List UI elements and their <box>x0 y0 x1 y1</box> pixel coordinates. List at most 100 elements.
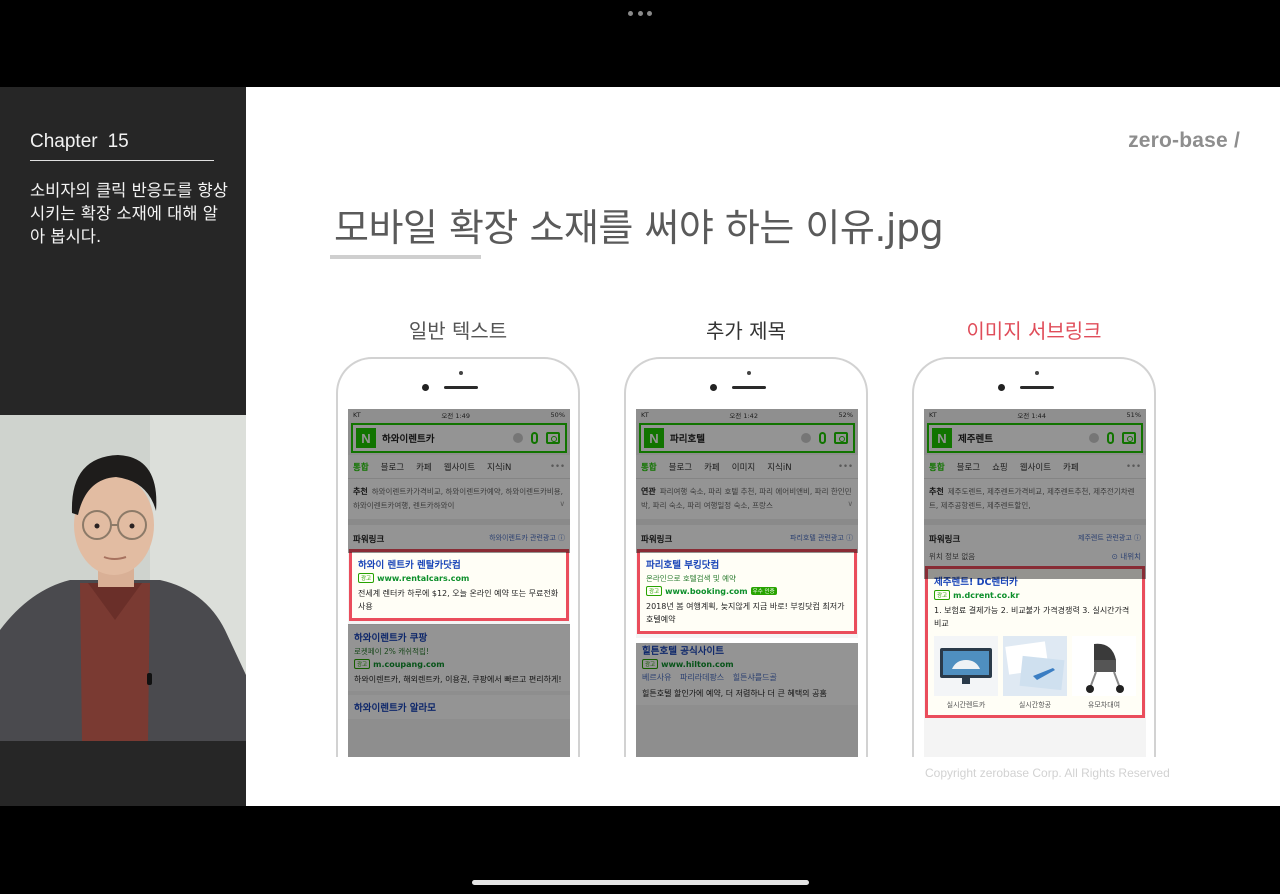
tab-integrated[interactable]: 통합 <box>929 461 945 473</box>
earpiece-dot <box>459 371 463 375</box>
tab-image[interactable]: 이미지 <box>732 461 755 473</box>
sitelink[interactable]: 베르사유 <box>642 673 671 682</box>
ad-badge: 광고 <box>354 659 371 669</box>
ad-item[interactable]: 힐튼호텔 공식사이트 광고 www.hilton.com 베르사유 파리라데팡스 … <box>636 638 858 705</box>
my-location-link[interactable]: ⊙ 내위치 <box>1112 551 1141 562</box>
mic-icon[interactable] <box>531 432 538 444</box>
ad-sitelinks: 베르사유 파리라데팡스 힐튼샤를드골 <box>642 672 852 683</box>
tab-kin[interactable]: 지식iN <box>767 461 791 473</box>
clear-icon[interactable] <box>801 433 811 443</box>
related-text[interactable]: 제주도렌트, 제주렌트가격비교, 제주렌트추천, 제주전기차렌트, 제주공항렌트… <box>929 487 1135 510</box>
ad-title[interactable]: 하와이렌트카 알라모 <box>354 700 564 714</box>
tab-cafe[interactable]: 카페 <box>416 461 432 473</box>
clear-icon[interactable] <box>1089 433 1099 443</box>
more-tabs-icon[interactable]: ••• <box>838 462 853 472</box>
sitelink[interactable]: 파리라데팡스 <box>680 673 724 682</box>
powerlink-header: 파워링크 하와이렌트카 관련광고 ⓘ <box>348 525 570 549</box>
ad-cert-badge: 우수 인증 <box>750 587 777 595</box>
search-tabs: 통합 블로그 카페 이미지 지식iN ••• <box>636 455 858 479</box>
clock: 오전 1:49 <box>441 412 470 420</box>
ad-badge: 광고 <box>646 586 663 596</box>
ad-url[interactable]: www.rentalcars.com <box>377 574 469 583</box>
powerlink-label: 파워링크 <box>641 535 673 545</box>
clear-icon[interactable] <box>513 433 523 443</box>
related-searches: 연관 파리여행 숙소, 파리 호텔 추천, 파리 에어비앤비, 파리 한인민박, … <box>636 479 858 525</box>
ad-url[interactable]: www.hilton.com <box>661 660 734 669</box>
ad-highlighted[interactable]: 하와이 렌트카 렌탈카닷컴 광고 www.rentalcars.com 전세계 렌… <box>349 549 569 621</box>
status-bar: KT 오전 1:42 52% <box>636 409 858 421</box>
ad-description: 2018년 봄 여행계획, 늦지않게 지금 바로! 부킹닷컴 최저가호텔예약 <box>646 602 845 624</box>
tab-shopping[interactable]: 쇼핑 <box>992 461 1008 473</box>
ad-title[interactable]: 하와이 렌트카 렌탈카닷컴 <box>358 557 560 571</box>
ad-item[interactable]: 하와이렌트카 쿠팡 로켓페이 2% 캐쉬적립! 광고 m.coupang.com … <box>348 625 570 691</box>
ad-info-text: 하와이렌트카 관련광고 <box>489 534 556 542</box>
chapter-number: 15 <box>107 131 129 152</box>
location-row: 위치 정보 없음 ⊙ 내위치 <box>924 549 1146 566</box>
ad-badge: 광고 <box>642 659 659 669</box>
zerobase-logo: zero-base / <box>1128 129 1240 152</box>
flight-ticket-thumbnail <box>1003 636 1067 696</box>
naver-logo-icon: N <box>644 428 664 448</box>
ad-title[interactable]: 제주렌트! DC렌터카 <box>934 574 1136 588</box>
image-sublink[interactable]: 실시간렌트카 <box>934 636 998 710</box>
search-bar[interactable]: N 제주렌트 <box>927 423 1143 453</box>
phone-mockup-image-sublink: KT 오전 1:44 51% N 제주렌트 통합 블로그 쇼핑 웹사이트 카페 … <box>912 357 1156 757</box>
earpiece-dot <box>1035 371 1039 375</box>
mic-icon[interactable] <box>819 432 826 444</box>
image-sublink[interactable]: 유모차대여 <box>1072 636 1136 710</box>
search-query[interactable]: 제주렌트 <box>958 431 1089 445</box>
mic-icon[interactable] <box>1107 432 1114 444</box>
tab-website[interactable]: 웹사이트 <box>444 461 475 473</box>
more-tabs-icon[interactable]: ••• <box>550 462 565 472</box>
related-text[interactable]: 파리여행 숙소, 파리 호텔 추천, 파리 에어비앤비, 파리 한인민박, 파리… <box>641 487 852 510</box>
slide: zero-base / 모바일 확장 소재를 써야 하는 이유.jpg 일반 텍… <box>246 87 1280 806</box>
ad-item[interactable]: 하와이렌트카 알라모 <box>348 695 570 719</box>
lens-icon[interactable] <box>546 432 560 444</box>
search-bar[interactable]: N 하와이렌트카 <box>351 423 567 453</box>
tab-cafe[interactable]: 카페 <box>1063 461 1079 473</box>
carrier: KT <box>929 411 937 419</box>
image-sublink[interactable]: 실시간항공 <box>1003 636 1067 710</box>
ad-title[interactable]: 힐튼호텔 공식사이트 <box>642 643 852 657</box>
ad-highlighted[interactable]: 파리호텔 부킹닷컴 온라인으로 호텔검색 및 예약 광고 www.booking.… <box>637 549 857 634</box>
ad-info-link[interactable]: 파리호텔 관련광고 ⓘ <box>790 533 853 545</box>
related-label: 연관 <box>641 487 656 496</box>
search-query[interactable]: 하와이렌트카 <box>382 431 513 445</box>
more-tabs-icon[interactable]: ••• <box>1126 462 1141 472</box>
multitasking-dots-icon[interactable] <box>628 9 652 17</box>
tab-blog[interactable]: 블로그 <box>669 461 692 473</box>
phone-mockup-extra-title: KT 오전 1:42 52% N 파리호텔 통합 블로그 카페 이미지 지식iN… <box>624 357 868 757</box>
my-location-text: 내위치 <box>1120 552 1141 561</box>
instructor-webcam <box>0 415 246 741</box>
search-bar[interactable]: N 파리호텔 <box>639 423 855 453</box>
ad-info-link[interactable]: 제주렌트 관련광고 ⓘ <box>1078 533 1141 545</box>
related-searches: 추천 제주도렌트, 제주렌트가격비교, 제주렌트추천, 제주전기차렌트, 제주공항… <box>924 479 1146 525</box>
ad-url[interactable]: m.coupang.com <box>373 660 444 669</box>
tab-kin[interactable]: 지식iN <box>487 461 511 473</box>
tab-blog[interactable]: 블로그 <box>957 461 980 473</box>
sitelink[interactable]: 힐튼샤를드골 <box>733 673 777 682</box>
carrier: KT <box>353 411 361 419</box>
tab-blog[interactable]: 블로그 <box>381 461 404 473</box>
search-tabs: 통합 블로그 쇼핑 웹사이트 카페 ••• <box>924 455 1146 479</box>
home-indicator[interactable] <box>472 880 809 885</box>
lens-icon[interactable] <box>834 432 848 444</box>
tab-integrated[interactable]: 통합 <box>353 461 369 473</box>
lens-icon[interactable] <box>1122 432 1136 444</box>
ad-highlighted[interactable]: 제주렌트! DC렌터카 광고 m.dcrent.co.kr 1. 보험료 결제가능… <box>925 566 1145 718</box>
chevron-down-icon[interactable]: ∨ <box>560 497 566 511</box>
tab-cafe[interactable]: 카페 <box>704 461 720 473</box>
ad-title[interactable]: 파리호텔 부킹닷컴 <box>646 557 848 571</box>
tab-integrated[interactable]: 통합 <box>641 461 657 473</box>
tab-website[interactable]: 웹사이트 <box>1020 461 1051 473</box>
ad-url[interactable]: m.dcrent.co.kr <box>953 591 1019 600</box>
ad-info-link[interactable]: 하와이렌트카 관련광고 ⓘ <box>489 533 565 545</box>
status-bar: KT 오전 1:44 51% <box>924 409 1146 421</box>
slide-title: 모바일 확장 소재를 써야 하는 이유.jpg <box>334 206 944 250</box>
related-text[interactable]: 하와이렌트카가격비교, 하와이렌트카예약, 하와이렌트카비용, 하와이렌트카여행… <box>353 487 563 510</box>
battery: 50% <box>550 411 565 419</box>
chevron-down-icon[interactable]: ∨ <box>848 497 854 511</box>
search-query[interactable]: 파리호텔 <box>670 431 801 445</box>
ad-title[interactable]: 하와이렌트카 쿠팡 <box>354 630 564 644</box>
ad-url[interactable]: www.booking.com <box>665 587 748 596</box>
